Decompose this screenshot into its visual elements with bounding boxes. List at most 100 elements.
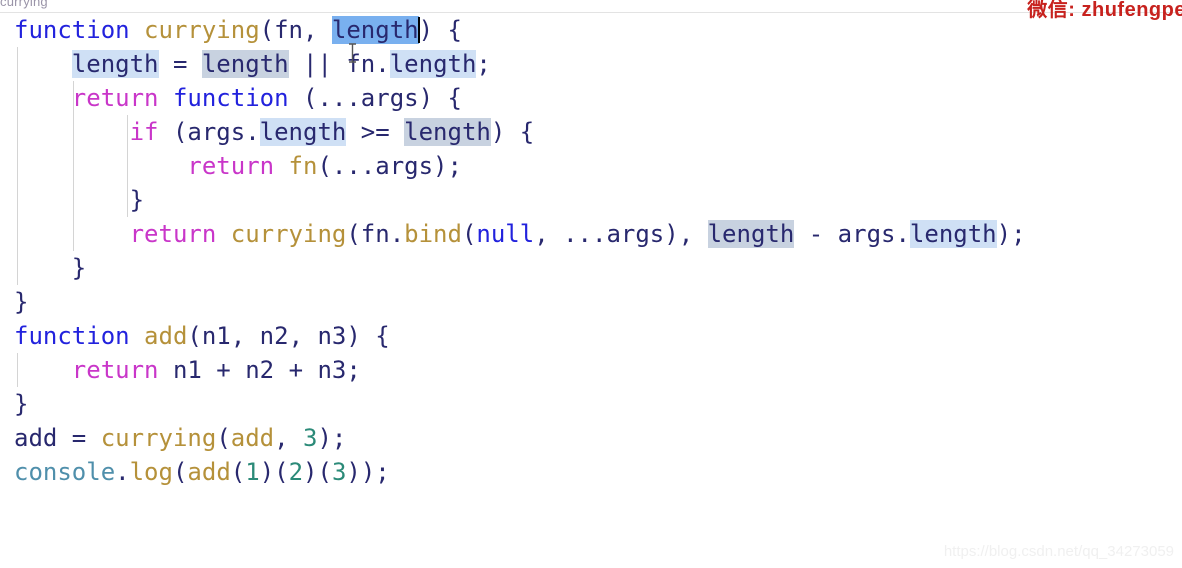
code-line[interactable]: console.log(add(1)(2)(3)); bbox=[0, 455, 1182, 489]
code-token: length bbox=[707, 220, 795, 248]
code-token: )( bbox=[259, 458, 289, 486]
code-token: ( bbox=[230, 458, 246, 486]
code-token: currying bbox=[144, 16, 260, 44]
code-line[interactable]: return n1 + n2 + n3; bbox=[0, 353, 1182, 387]
code-token: n2 bbox=[259, 322, 289, 350]
code-token: , bbox=[230, 322, 260, 350]
code-token: currying bbox=[100, 424, 217, 452]
code-line[interactable]: length = length || fn.length; bbox=[0, 47, 1182, 81]
code-token: args bbox=[375, 152, 434, 180]
code-token: args bbox=[360, 84, 419, 112]
code-token: return bbox=[71, 84, 159, 112]
code-token: ) { bbox=[418, 16, 462, 44]
code-line[interactable]: return function (...args) { bbox=[0, 81, 1182, 115]
code-token: , bbox=[288, 322, 318, 350]
code-token: 3 bbox=[303, 424, 318, 452]
code-token: length bbox=[259, 118, 347, 146]
code-token: )); bbox=[346, 458, 390, 486]
code-text-area[interactable]: function currying(fn, length) { length =… bbox=[0, 13, 1182, 489]
code-token: ( bbox=[172, 458, 188, 486]
code-token: console bbox=[14, 458, 116, 486]
code-token: = bbox=[57, 424, 101, 452]
code-token: } bbox=[14, 288, 29, 316]
code-token: . bbox=[375, 50, 390, 78]
code-token: } bbox=[14, 186, 145, 214]
code-line[interactable]: } bbox=[0, 251, 1182, 285]
code-token: args bbox=[606, 220, 665, 248]
code-token: length bbox=[909, 220, 997, 248]
code-token: - bbox=[794, 220, 838, 248]
code-token: function bbox=[14, 16, 130, 44]
code-token: + bbox=[274, 356, 318, 384]
code-token: . bbox=[115, 458, 130, 486]
code-token: fn bbox=[288, 152, 318, 180]
blog-url-watermark: https://blog.csdn.net/qq_34273059 bbox=[943, 543, 1174, 560]
code-line[interactable]: } bbox=[0, 285, 1182, 319]
code-token: length bbox=[201, 50, 289, 78]
code-token: ; bbox=[346, 356, 361, 384]
tab-currying[interactable]: currying bbox=[0, 0, 48, 9]
tab-strip: currying bbox=[0, 0, 1182, 13]
code-token: return bbox=[71, 356, 159, 384]
code-token: 1 bbox=[245, 458, 260, 486]
code-token: length bbox=[389, 50, 477, 78]
code-token: ) { bbox=[346, 322, 390, 350]
code-token: + bbox=[201, 356, 246, 384]
code-token: null bbox=[476, 220, 535, 248]
code-token: if bbox=[129, 118, 159, 146]
code-token: 2 bbox=[288, 458, 304, 486]
code-token: function bbox=[14, 322, 130, 350]
code-token: fn bbox=[274, 16, 303, 44]
code-line[interactable]: function add(n1, n2, n3) { bbox=[0, 319, 1182, 353]
code-token: fn bbox=[360, 220, 390, 248]
code-token: add bbox=[144, 322, 188, 350]
code-token: currying bbox=[230, 220, 347, 248]
code-token: || bbox=[288, 50, 347, 78]
code-token: length bbox=[71, 50, 159, 78]
code-token: ( bbox=[158, 118, 188, 146]
code-token: log bbox=[129, 458, 173, 486]
code-token: return bbox=[187, 152, 275, 180]
code-token: function bbox=[172, 84, 289, 112]
code-token: . bbox=[389, 220, 405, 248]
code-token: >= bbox=[346, 118, 405, 146]
code-token: n1 bbox=[201, 322, 231, 350]
code-token: )( bbox=[303, 458, 332, 486]
code-line[interactable]: } bbox=[0, 183, 1182, 217]
code-token: } bbox=[14, 254, 87, 282]
code-token: bind bbox=[404, 220, 462, 248]
code-line[interactable]: return currying(fn.bind(null, ...args), … bbox=[0, 217, 1182, 251]
code-line[interactable]: } bbox=[0, 387, 1182, 421]
code-token: . bbox=[895, 220, 910, 248]
code-editor[interactable]: function currying(fn, length) { length =… bbox=[0, 13, 1182, 568]
code-token: ( bbox=[259, 16, 275, 44]
code-token: add bbox=[187, 458, 231, 486]
code-token: ( bbox=[187, 322, 202, 350]
code-token: ) { bbox=[490, 118, 535, 146]
code-token: } bbox=[14, 390, 29, 418]
code-token: (... bbox=[288, 84, 361, 112]
code-line[interactable]: function currying(fn, length) { bbox=[0, 13, 1182, 47]
code-line[interactable]: add = currying(add, 3); bbox=[0, 421, 1182, 455]
wechat-watermark: 微信: zhufengpe bbox=[1027, 0, 1182, 21]
code-token: n1 bbox=[172, 356, 202, 384]
code-line[interactable]: return fn(...args); bbox=[0, 149, 1182, 183]
code-token: , bbox=[303, 16, 332, 44]
code-token: ) { bbox=[418, 84, 462, 112]
code-token: n3 bbox=[317, 322, 347, 350]
code-token: add bbox=[230, 424, 275, 452]
code-token: . bbox=[245, 118, 260, 146]
code-token: length bbox=[331, 16, 419, 44]
code-line[interactable]: if (args.length >= length) { bbox=[0, 115, 1182, 149]
